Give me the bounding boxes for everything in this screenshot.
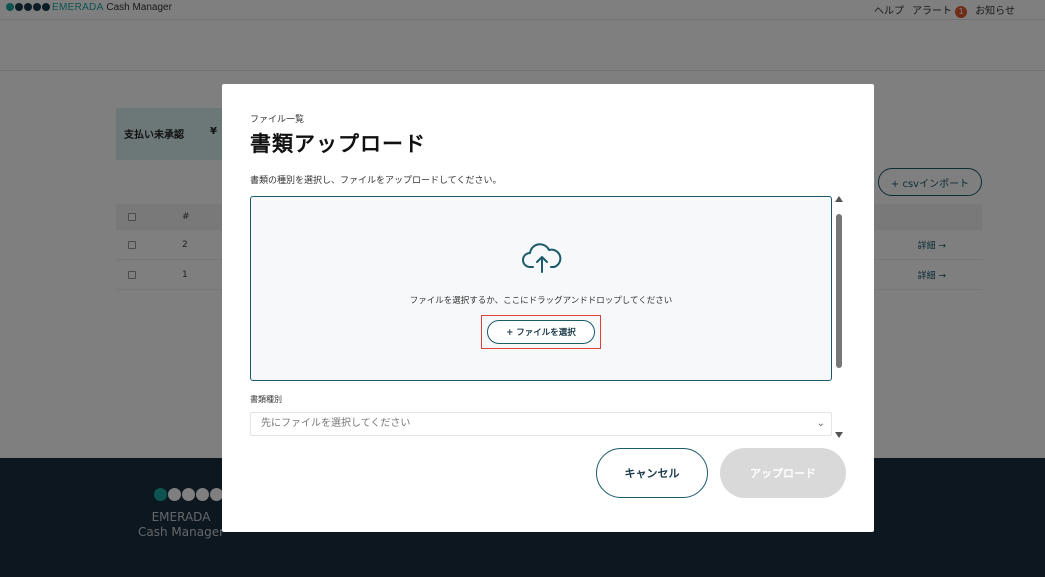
modal-scrollbar[interactable] — [834, 196, 844, 446]
cancel-button[interactable]: キャンセル — [596, 448, 708, 498]
upload-modal: ファイル一覧 書類アップロード 書類の種別を選択し、ファイルをアップロードしてく… — [222, 84, 874, 532]
modal-title: 書類アップロード — [250, 132, 426, 156]
doc-type-placeholder: 先にファイルを選択してください — [261, 418, 411, 429]
scrollbar-thumb[interactable] — [836, 214, 842, 368]
doc-type-label: 書類種別 — [250, 395, 282, 404]
modal-description: 書類の種別を選択し、ファイルをアップロードしてください。 — [250, 176, 502, 186]
scroll-up-arrow-icon[interactable] — [835, 196, 843, 202]
breadcrumb[interactable]: ファイル一覧 — [250, 112, 304, 125]
upload-button[interactable]: アップロード — [720, 448, 846, 498]
dropzone-instructions: ファイルを選択するか、ここにドラッグアンドドロップしてください — [409, 296, 673, 306]
cloud-upload-icon — [522, 243, 562, 273]
file-dropzone[interactable]: ファイルを選択するか、ここにドラッグアンドドロップしてください + ファイルを選… — [250, 196, 832, 381]
chevron-down-icon: ⌄ — [816, 418, 825, 429]
doc-type-select[interactable]: 先にファイルを選択してください ⌄ — [250, 412, 832, 436]
select-file-button[interactable]: + ファイルを選択 — [487, 320, 595, 344]
scroll-down-arrow-icon[interactable] — [835, 432, 843, 438]
